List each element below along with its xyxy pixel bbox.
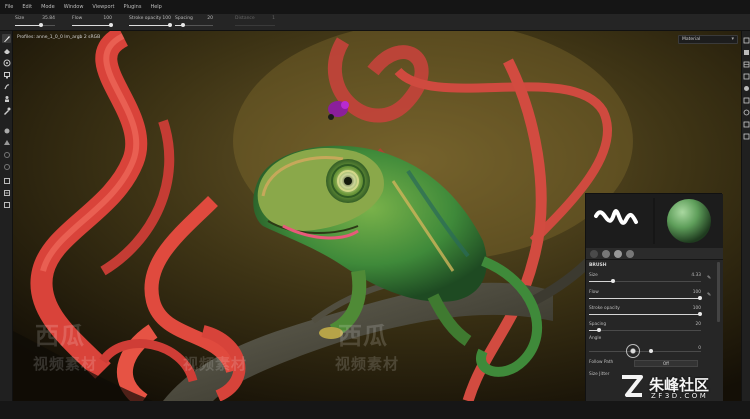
- menu-plugins[interactable]: Plugins: [124, 4, 142, 10]
- bake-icon[interactable]: [2, 162, 11, 171]
- menu-mode[interactable]: Mode: [41, 4, 55, 10]
- physics-brush-icon[interactable]: [2, 126, 11, 135]
- size-value[interactable]: 35.84: [42, 16, 55, 21]
- display-channel-value: Material: [682, 37, 701, 42]
- size-jitter-label: Size Jitter: [589, 372, 610, 377]
- flow-pressure-icon[interactable]: ✎: [707, 292, 713, 298]
- color-profile-label: Profiles: anne_1_0_0 lm_argb 2 sRGB: [17, 35, 101, 40]
- history-panel-icon[interactable]: [743, 109, 750, 116]
- export-icon[interactable]: [2, 188, 11, 197]
- brush-flow-value[interactable]: 100: [693, 290, 701, 295]
- watermark-title-1: 西瓜: [35, 322, 85, 350]
- projection-icon[interactable]: [2, 58, 11, 67]
- brush-section-title: BRUSH: [589, 263, 607, 268]
- right-toolbar: [741, 31, 750, 401]
- brand-watermark: 朱峰社区 ZF3D.COM: [617, 372, 747, 402]
- eraser-icon[interactable]: [2, 46, 11, 55]
- spacing-slider[interactable]: Spacing 20: [175, 15, 213, 30]
- brush-angle-label: Angle: [589, 336, 602, 341]
- stroke-opacity-value[interactable]: 100: [162, 16, 171, 21]
- spacing-label: Spacing: [175, 16, 193, 21]
- history-icon[interactable]: [2, 200, 11, 209]
- brush-stroke-opacity-slider[interactable]: Stroke opacity 100: [589, 306, 702, 320]
- smudge-icon[interactable]: [2, 82, 11, 91]
- flow-label: Flow: [72, 16, 83, 21]
- menu-help[interactable]: Help: [150, 4, 161, 10]
- size-label: Size: [15, 16, 25, 21]
- follow-path-toggle[interactable]: Off: [634, 360, 698, 367]
- stroke-opacity-label: Stroke opacity: [129, 16, 162, 21]
- material-picker-icon[interactable]: [2, 150, 11, 159]
- paint-brush-icon[interactable]: [2, 34, 11, 43]
- brand-logo-icon: [622, 375, 643, 397]
- distance-value[interactable]: 1: [272, 16, 275, 21]
- brush-stroke-opacity-label: Stroke opacity: [589, 306, 620, 311]
- left-toolbar: [0, 31, 13, 401]
- texture-set-settings-icon[interactable]: [743, 97, 750, 104]
- menu-bar: File Edit Mode Window Viewport Plugins H…: [0, 0, 750, 14]
- shelf-bar: [0, 401, 750, 419]
- brush-angle-slider[interactable]: Angle 0: [589, 336, 701, 353]
- layers-stack-icon[interactable]: [2, 176, 11, 185]
- stroke-preview: [594, 198, 711, 244]
- layers-icon[interactable]: [743, 37, 750, 44]
- tab-properties-icon[interactable]: [626, 250, 634, 258]
- log-icon[interactable]: [743, 121, 750, 128]
- geometry-mask-icon[interactable]: [2, 138, 11, 147]
- size-pressure-icon[interactable]: ✎: [707, 275, 713, 281]
- brush-stroke-opacity-value[interactable]: 100: [693, 306, 701, 311]
- brush-size-slider[interactable]: Size 4.33: [589, 273, 701, 287]
- texture-set-icon[interactable]: [743, 49, 750, 56]
- menu-edit[interactable]: Edit: [22, 4, 32, 10]
- size-slider[interactable]: Size 35.84: [15, 15, 55, 30]
- menu-viewport[interactable]: Viewport: [92, 4, 114, 10]
- watermark-title-2: 西瓜: [338, 322, 388, 350]
- spacing-value[interactable]: 20: [207, 16, 213, 21]
- panel-scrollbar[interactable]: [717, 262, 720, 322]
- flow-slider[interactable]: Flow 100: [72, 15, 113, 30]
- brush-spacing-value[interactable]: 20: [696, 322, 701, 327]
- display-settings-panel-icon[interactable]: [743, 73, 750, 80]
- watermark-subtitle-2: 视频素材: [335, 355, 400, 373]
- tab-material-icon[interactable]: [602, 250, 610, 258]
- distance-slider[interactable]: Distance 1: [235, 15, 275, 30]
- chevron-down-icon: ▾: [731, 36, 734, 42]
- polygon-fill-icon[interactable]: [2, 70, 11, 79]
- material-sphere-preview: [667, 199, 711, 243]
- flow-value[interactable]: 100: [103, 16, 112, 21]
- brush-panel: BRUSH Size 4.33 ✎ Flow 100 ✎ Stroke opac…: [585, 193, 723, 402]
- angle-dial[interactable]: [626, 344, 640, 358]
- brush-spacing-slider[interactable]: Spacing 20: [589, 322, 701, 336]
- tab-brush-icon[interactable]: [590, 250, 598, 258]
- brand-site: ZF3D.COM: [651, 392, 709, 400]
- watermark-subtitle-1: 视频素材: [33, 355, 98, 373]
- tool-options-bar: Size 35.84 Flow 100 Stroke opacity 100 S…: [0, 14, 750, 40]
- color-picker-icon[interactable]: [2, 106, 11, 115]
- tab-stencil-icon[interactable]: [614, 250, 622, 258]
- brush-panel-tabs: [586, 248, 723, 260]
- menu-window[interactable]: Window: [64, 4, 84, 10]
- shader-settings-icon[interactable]: [743, 85, 750, 92]
- brush-preview: [586, 194, 723, 248]
- baking-icon[interactable]: [743, 133, 750, 140]
- menu-file[interactable]: File: [5, 4, 13, 10]
- brush-spacing-label: Spacing: [589, 322, 607, 327]
- brush-flow-slider[interactable]: Flow 100: [589, 290, 702, 304]
- follow-path-label: Follow Path: [589, 360, 614, 365]
- display-channel-select[interactable]: Material ▾: [678, 35, 738, 44]
- follow-path-value: Off: [663, 361, 669, 366]
- distance-label: Distance: [235, 16, 255, 21]
- properties-icon[interactable]: [743, 61, 750, 68]
- clone-stamp-icon[interactable]: [2, 94, 11, 103]
- stroke-opacity-slider[interactable]: Stroke opacity 100: [129, 15, 172, 30]
- brush-size-label: Size: [589, 273, 598, 278]
- watermark-subtitle-3: 视频素材: [183, 355, 248, 373]
- brush-flow-label: Flow: [589, 290, 599, 295]
- brush-size-value[interactable]: 4.33: [691, 273, 701, 278]
